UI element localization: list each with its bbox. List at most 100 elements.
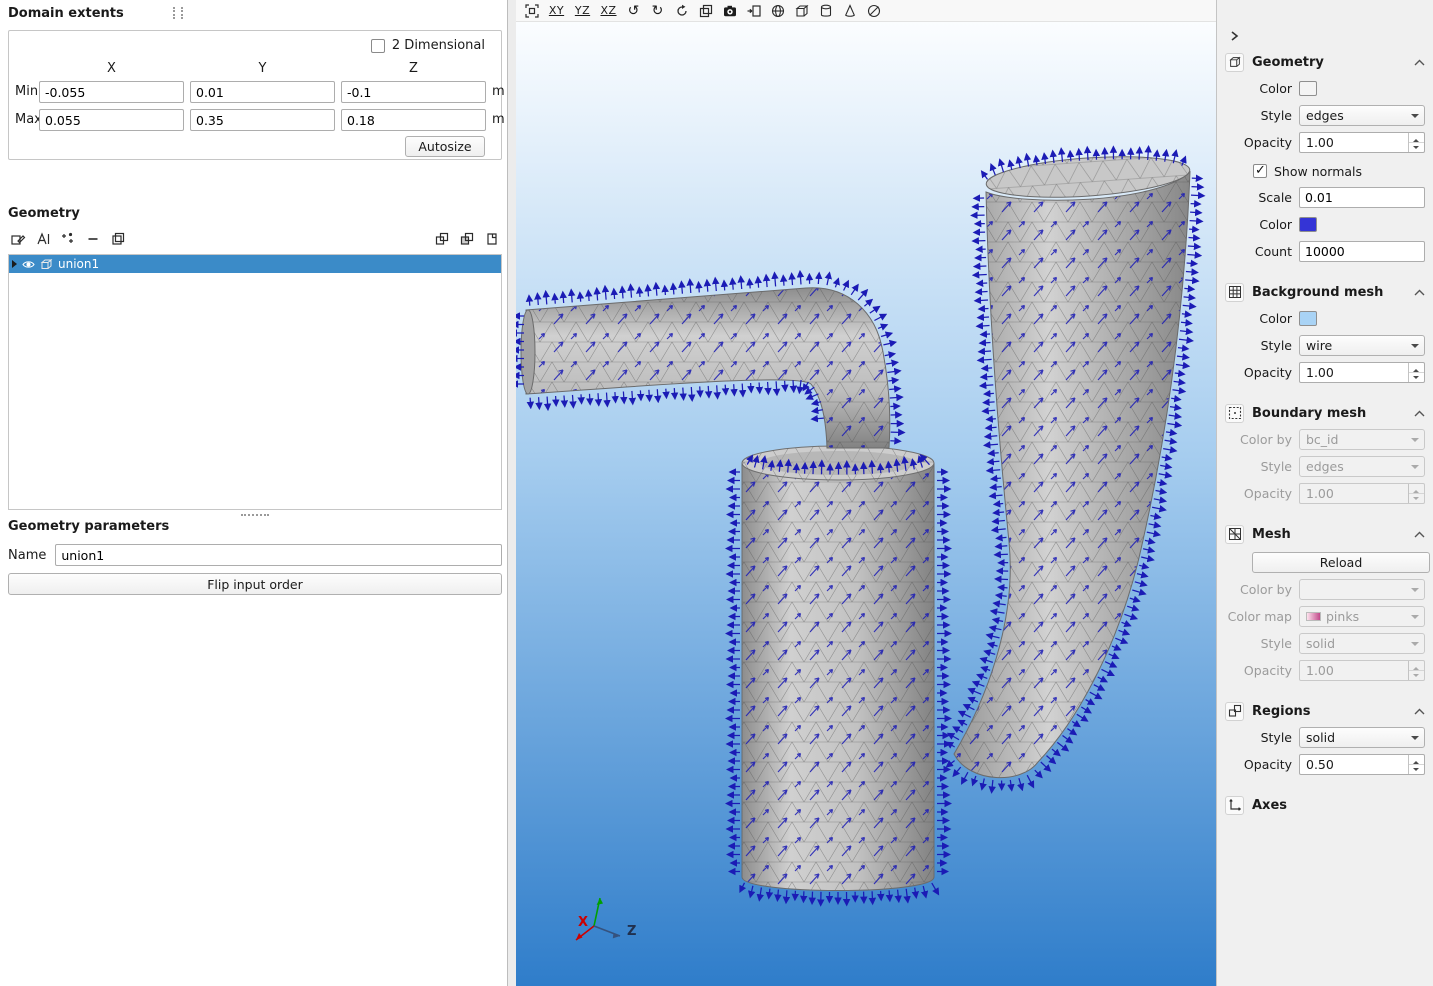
regions-opacity-spinbox[interactable]: 0.50 bbox=[1299, 754, 1425, 775]
max-y-input[interactable] bbox=[190, 109, 335, 131]
min-z-input[interactable] bbox=[341, 81, 486, 103]
background-mesh-style-combo[interactable]: wire bbox=[1299, 335, 1425, 356]
lower-geometry-icon[interactable] bbox=[457, 229, 477, 249]
raise-geometry-icon[interactable] bbox=[432, 229, 452, 249]
cylinder-icon[interactable] bbox=[815, 1, 836, 20]
list-item-label: union1 bbox=[58, 257, 99, 271]
vertical-splitter-handle[interactable] bbox=[241, 514, 269, 516]
show-normals-label: Show normals bbox=[1274, 164, 1362, 179]
min-row-label: Min bbox=[15, 84, 41, 99]
viewport-toolbar: XY YZ XZ ↺ ↻ bbox=[516, 0, 1216, 22]
geometry-color-swatch[interactable] bbox=[1299, 81, 1317, 96]
geometry-list[interactable]: union1 bbox=[8, 254, 502, 510]
geometry-opacity-spinbox[interactable]: 1.00 bbox=[1299, 132, 1425, 153]
expander-icon[interactable] bbox=[12, 260, 17, 268]
viewport-canvas[interactable]: X Z bbox=[516, 22, 1216, 986]
mesh-color-by-label: Color by bbox=[1217, 582, 1299, 597]
clip-plane-icon[interactable] bbox=[863, 1, 884, 20]
column-header-x: X bbox=[39, 61, 184, 76]
name-input[interactable] bbox=[55, 544, 502, 566]
show-normals-checkbox[interactable] bbox=[1253, 164, 1267, 178]
flip-input-order-button[interactable]: Flip input order bbox=[8, 573, 502, 595]
regions-style-combo[interactable]: solid bbox=[1299, 727, 1425, 748]
collapse-panel-icon[interactable] bbox=[1226, 28, 1242, 44]
geometry-parameters-title: Geometry parameters bbox=[8, 519, 169, 534]
remove-geometry-icon[interactable] bbox=[83, 229, 103, 249]
normals-color-swatch[interactable] bbox=[1299, 217, 1317, 232]
autosize-button[interactable]: Autosize bbox=[405, 136, 485, 157]
mesh-section-title: Mesh bbox=[1252, 527, 1406, 542]
import-view-icon[interactable] bbox=[743, 1, 764, 20]
view-xz-button[interactable]: XZ bbox=[597, 1, 620, 20]
axes-section-header[interactable]: Axes bbox=[1225, 795, 1425, 815]
boundary-mesh-style-combo: edges bbox=[1299, 456, 1425, 477]
background-mesh-section-icon bbox=[1225, 283, 1244, 302]
collapse-section-icon[interactable] bbox=[1414, 708, 1425, 715]
max-z-input[interactable] bbox=[341, 109, 486, 131]
min-y-input[interactable] bbox=[190, 81, 335, 103]
cone-icon[interactable] bbox=[839, 1, 860, 20]
collapse-section-icon[interactable] bbox=[1414, 410, 1425, 417]
reload-mesh-button[interactable]: Reload bbox=[1252, 552, 1430, 573]
two-dimensional-checkbox[interactable] bbox=[371, 39, 385, 53]
mesh-color-by-combo bbox=[1299, 579, 1425, 600]
collapse-section-icon[interactable] bbox=[1414, 59, 1425, 66]
edit-geometry-icon[interactable] bbox=[8, 229, 28, 249]
name-label: Name bbox=[8, 548, 46, 563]
background-mesh-section-title: Background mesh bbox=[1252, 285, 1406, 300]
view-xy-button[interactable]: XY bbox=[545, 1, 568, 20]
regions-style-label: Style bbox=[1217, 730, 1299, 745]
background-mesh-opacity-spinbox[interactable]: 1.00 bbox=[1299, 362, 1425, 383]
rotate-cw-icon[interactable]: ↻ bbox=[647, 1, 668, 20]
view-yz-button[interactable]: YZ bbox=[571, 1, 594, 20]
regions-section-header[interactable]: Regions bbox=[1225, 701, 1425, 721]
axes-section-title: Axes bbox=[1252, 798, 1425, 813]
geometry-section-header[interactable]: Geometry bbox=[1225, 52, 1425, 72]
boundary-mesh-section-title: Boundary mesh bbox=[1252, 406, 1406, 421]
rename-geometry-icon[interactable] bbox=[33, 229, 53, 249]
regions-section-title: Regions bbox=[1252, 704, 1406, 719]
mesh-color-map-label: Color map bbox=[1217, 609, 1299, 624]
column-header-y: Y bbox=[190, 61, 335, 76]
duplicate-geometry-icon[interactable] bbox=[482, 229, 502, 249]
boundary-mesh-section-header[interactable]: Boundary mesh bbox=[1225, 403, 1425, 423]
screenshot-camera-icon[interactable] bbox=[719, 1, 740, 20]
rotate-ccw-icon[interactable]: ↺ bbox=[623, 1, 644, 20]
boundary-mesh-color-by-combo: bc_id bbox=[1299, 429, 1425, 450]
rotate-90-icon[interactable] bbox=[671, 1, 692, 20]
axes-section-icon bbox=[1225, 796, 1244, 815]
boundary-mesh-color-by-label: Color by bbox=[1217, 432, 1299, 447]
background-mesh-color-swatch[interactable] bbox=[1299, 311, 1317, 326]
geometry-section-title: Geometry bbox=[1252, 55, 1406, 70]
copy-geometry-icon[interactable] bbox=[108, 229, 128, 249]
panel-drag-handle[interactable] bbox=[173, 7, 183, 19]
collapse-section-icon[interactable] bbox=[1414, 531, 1425, 538]
geometry-section-icon bbox=[1225, 53, 1244, 72]
max-unit-label: m bbox=[492, 112, 505, 127]
list-item-union1[interactable]: union1 bbox=[9, 255, 501, 273]
copy-view-icon[interactable] bbox=[695, 1, 716, 20]
geometry-color-label: Color bbox=[1217, 81, 1299, 96]
axis-z-label: Z bbox=[627, 924, 636, 939]
geometry-style-combo[interactable]: edges bbox=[1299, 105, 1425, 126]
geometry-opacity-label: Opacity bbox=[1217, 135, 1299, 150]
visibility-eye-icon[interactable] bbox=[22, 259, 35, 270]
boundary-mesh-opacity-label: Opacity bbox=[1217, 486, 1299, 501]
background-mesh-color-label: Color bbox=[1217, 311, 1299, 326]
normals-scale-input[interactable] bbox=[1299, 187, 1425, 208]
domain-extents-title: Domain extents bbox=[8, 6, 124, 21]
normals-count-input[interactable] bbox=[1299, 241, 1425, 262]
max-row-label: Max bbox=[15, 112, 41, 127]
collapse-section-icon[interactable] bbox=[1414, 289, 1425, 296]
fit-view-icon[interactable] bbox=[521, 1, 542, 20]
background-mesh-section-header[interactable]: Background mesh bbox=[1225, 282, 1425, 302]
mesh-section-header[interactable]: Mesh bbox=[1225, 524, 1425, 544]
min-x-input[interactable] bbox=[39, 81, 184, 103]
max-x-input[interactable] bbox=[39, 109, 184, 131]
geometry-style-label: Style bbox=[1217, 108, 1299, 123]
appearance-icon[interactable] bbox=[58, 229, 78, 249]
box-icon[interactable] bbox=[791, 1, 812, 20]
globe-icon[interactable] bbox=[767, 1, 788, 20]
boundary-mesh-opacity-spinbox: 1.00 bbox=[1299, 483, 1425, 504]
axis-x-label: X bbox=[578, 915, 588, 930]
